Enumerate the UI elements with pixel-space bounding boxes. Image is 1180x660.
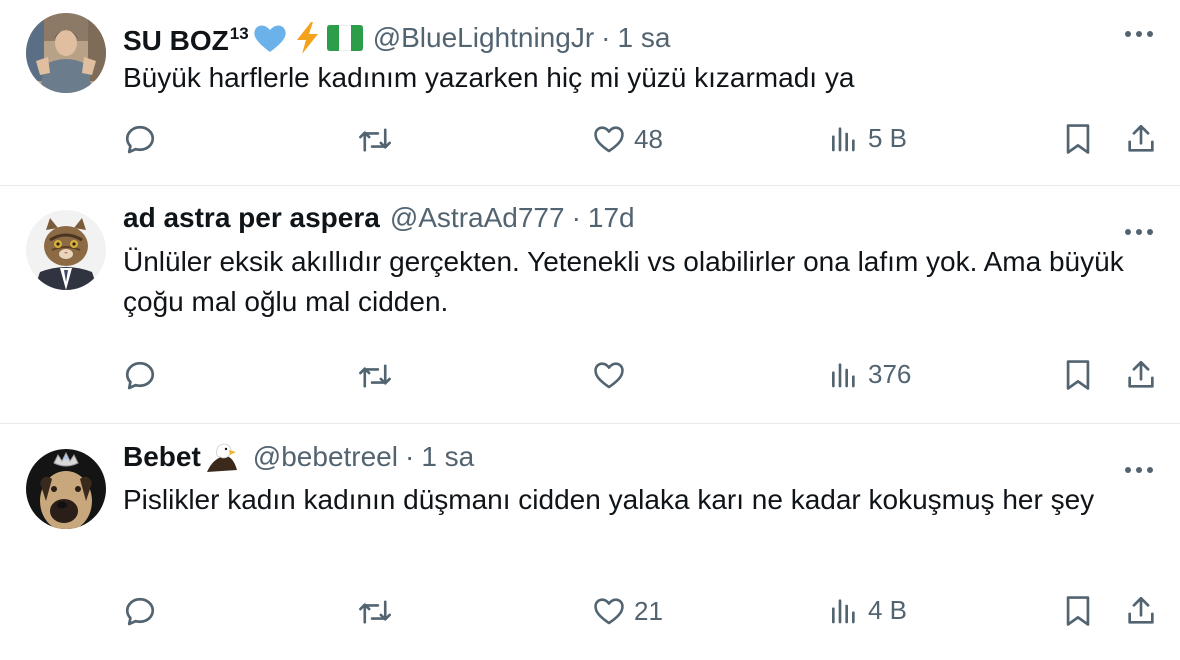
- action-bar: 21 4 B: [0, 594, 1180, 634]
- retweet-button[interactable]: [356, 122, 394, 158]
- reply-button[interactable]: [122, 122, 158, 158]
- more-options-icon[interactable]: [1124, 24, 1154, 44]
- like-icon: [594, 362, 624, 389]
- timestamp[interactable]: 1 sa: [421, 439, 474, 475]
- bookmark-icon: [1066, 596, 1090, 626]
- views-icon: [832, 363, 855, 388]
- bookmark-button[interactable]: [1063, 358, 1093, 392]
- like-icon: [594, 598, 624, 625]
- bookmark-icon: [1066, 360, 1090, 390]
- like-button[interactable]: 21: [592, 594, 663, 628]
- flag-nigeria-icon: [326, 24, 363, 51]
- tweet-1[interactable]: SU BOZ13 @BlueLightningJr · 1 sa Büyük h…: [0, 0, 1180, 186]
- reply-icon: [125, 597, 155, 626]
- views-icon: [832, 599, 855, 624]
- like-button[interactable]: 48: [592, 122, 663, 156]
- views-button[interactable]: 376: [828, 358, 911, 390]
- separator-dot: ·: [404, 441, 415, 472]
- share-button[interactable]: [1124, 122, 1158, 156]
- view-count: 376: [868, 358, 912, 389]
- tweet-header: ad astra per aspera @AstraAd777 · 17d: [123, 200, 635, 236]
- retweet-icon: [359, 364, 391, 388]
- like-button[interactable]: [592, 358, 626, 392]
- share-button[interactable]: [1124, 594, 1158, 628]
- reply-button[interactable]: [122, 358, 158, 394]
- timestamp[interactable]: 17d: [588, 200, 635, 236]
- views-button[interactable]: 5 B: [828, 122, 907, 154]
- reply-icon: [125, 361, 155, 390]
- tweet-3[interactable]: Bebet @bebetreel · 1 sa Pislikler kadın …: [0, 424, 1180, 660]
- reply-button[interactable]: [122, 594, 158, 630]
- more-options-icon[interactable]: [1124, 460, 1154, 480]
- view-count: 5 B: [868, 122, 908, 153]
- action-bar: 48 5 B: [0, 122, 1180, 162]
- eagle-icon: [203, 440, 239, 474]
- retweet-button[interactable]: [356, 594, 394, 630]
- tweet-2[interactable]: ad astra per aspera @AstraAd777 · 17d Ün…: [0, 186, 1180, 424]
- user-handle[interactable]: @bebetreel: [253, 439, 398, 475]
- share-icon: [1128, 596, 1154, 624]
- share-icon: [1128, 360, 1154, 388]
- tweet-text: Ünlüler eksik akıllıdır gerçekten. Yeten…: [123, 246, 1124, 317]
- retweet-icon: [359, 600, 391, 624]
- retweet-icon: [359, 128, 391, 152]
- action-bar: 376: [0, 358, 1180, 398]
- like-icon: [594, 126, 624, 153]
- tweet-text: Büyük harflerle kadınım yazarken hiç mi …: [123, 62, 855, 93]
- display-name[interactable]: Bebet: [123, 439, 201, 475]
- separator-dot: ·: [571, 202, 581, 233]
- share-button[interactable]: [1124, 358, 1158, 392]
- retweet-button[interactable]: [356, 358, 394, 394]
- view-count: 4 B: [868, 594, 908, 625]
- bookmark-icon: [1066, 124, 1090, 154]
- bookmark-button[interactable]: [1063, 122, 1093, 156]
- display-name[interactable]: ad astra per aspera: [123, 200, 380, 236]
- tweet-header: Bebet @bebetreel · 1 sa: [123, 439, 474, 475]
- avatar[interactable]: [26, 449, 106, 529]
- lightning-icon: [291, 21, 323, 55]
- views-icon: [832, 127, 855, 152]
- user-handle[interactable]: @BlueLightningJr: [373, 20, 594, 56]
- separator-dot: ·: [601, 21, 611, 53]
- blue-heart-icon: [253, 23, 287, 53]
- more-options-icon[interactable]: [1124, 222, 1154, 242]
- tweet-header: SU BOZ13 @BlueLightningJr · 1 sa: [123, 16, 670, 59]
- timestamp[interactable]: 1 sa: [617, 20, 670, 56]
- bookmark-button[interactable]: [1063, 594, 1093, 628]
- share-icon: [1128, 124, 1154, 152]
- like-count: 21: [634, 595, 663, 626]
- reply-icon: [125, 125, 155, 154]
- avatar[interactable]: [26, 210, 106, 290]
- tweet-text: Pislikler kadın kadının düşmanı cidden y…: [123, 484, 1095, 515]
- views-button[interactable]: 4 B: [828, 594, 907, 626]
- reply-feed: SU BOZ13 @BlueLightningJr · 1 sa Büyük h…: [0, 0, 1180, 660]
- display-name[interactable]: SU BOZ13: [123, 16, 249, 59]
- avatar[interactable]: [26, 13, 106, 93]
- name-superscript: 13: [229, 24, 249, 43]
- user-handle[interactable]: @AstraAd777: [390, 200, 565, 236]
- like-count: 48: [634, 123, 663, 154]
